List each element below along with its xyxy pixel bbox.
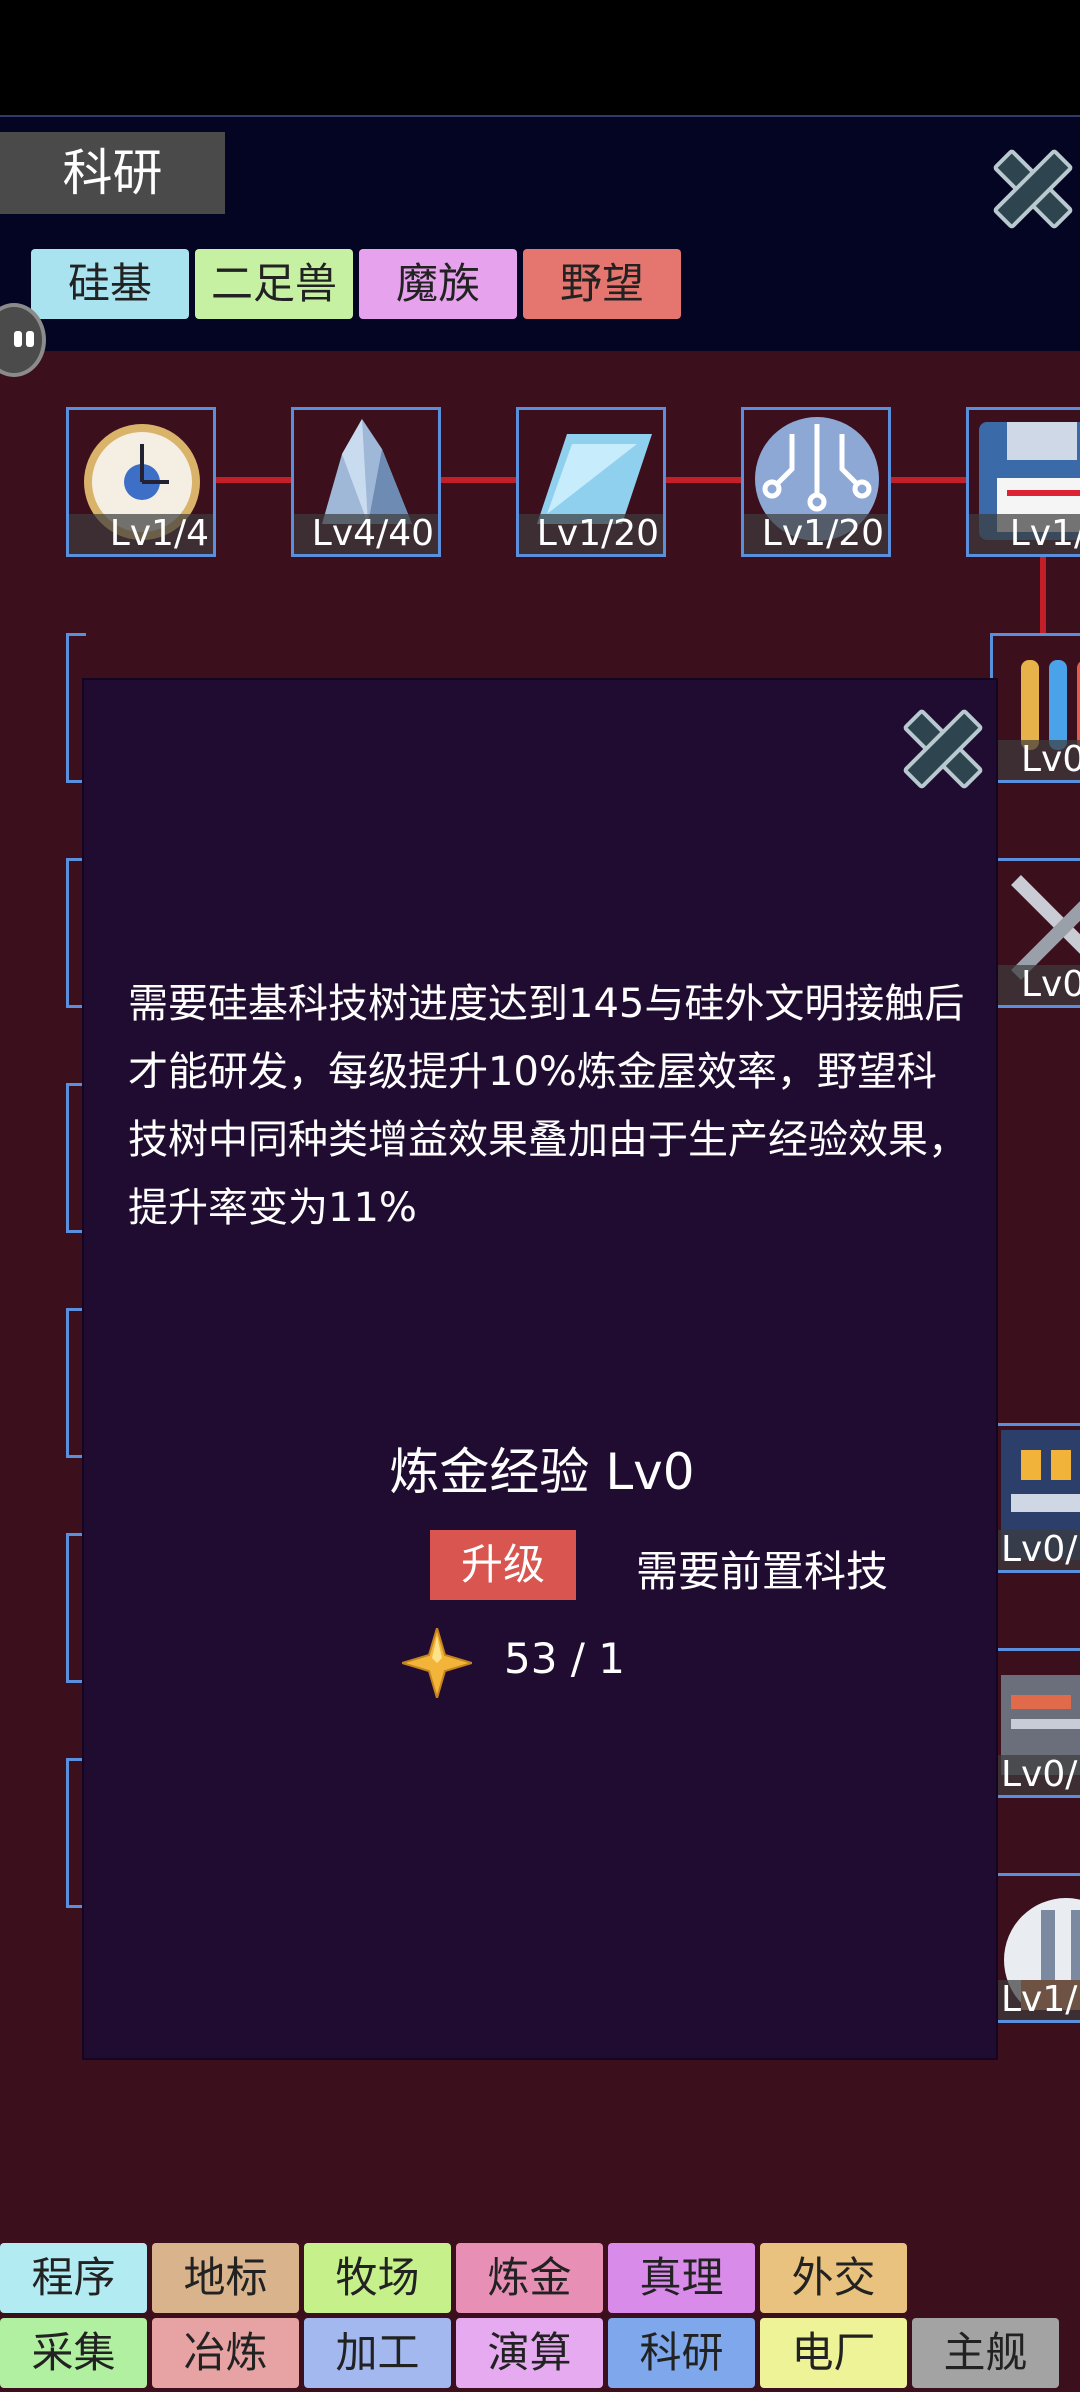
close-icon[interactable]: [896, 702, 982, 788]
research-cost: 53 / 1: [504, 1634, 626, 1683]
tech-node-dome[interactable]: Lv1/: [990, 1873, 1080, 2023]
node-level: Lv0/: [993, 1530, 1080, 1570]
requirement-text: 需要前置科技: [636, 1547, 889, 1596]
nav-alchemy[interactable]: 炼金: [456, 2243, 603, 2313]
nav-diplomacy[interactable]: 外交: [760, 2243, 907, 2313]
tab-biped[interactable]: 二足兽: [195, 249, 353, 319]
bottom-navigation: 程序 地标 牧场 炼金 真理 外交 采集 冶炼 加工 演算 科研 电厂 主舰: [0, 2243, 1080, 2392]
close-icon[interactable]: [986, 142, 1072, 228]
nav-landmark[interactable]: 地标: [152, 2243, 299, 2313]
panel-header: 科研 硅基 二足兽 魔族 野望: [0, 115, 1080, 351]
tech-tree-tabs: 硅基 二足兽 魔族 野望: [31, 249, 681, 319]
node-level: Lv1/4: [69, 514, 213, 554]
tech-description: 需要硅基科技树进度达到145与硅外文明接触后才能研发，每级提升10%炼金屋效率，…: [128, 981, 968, 1231]
nav-process[interactable]: 加工: [304, 2318, 451, 2388]
tech-node-clock[interactable]: Lv1/4: [66, 407, 216, 557]
node-level: Lv0: [993, 965, 1080, 1005]
nav-power-plant[interactable]: 电厂: [760, 2318, 907, 2388]
tech-node-crystal[interactable]: Lv4/40: [291, 407, 441, 557]
nav-compute[interactable]: 演算: [456, 2318, 603, 2388]
nav-smelt[interactable]: 冶炼: [152, 2318, 299, 2388]
nav-gather[interactable]: 采集: [0, 2318, 147, 2388]
nav-mothership[interactable]: 主舰: [912, 2318, 1059, 2388]
nav-research[interactable]: 科研: [608, 2318, 755, 2388]
node-level: Lv4/40: [294, 514, 438, 554]
node-level: Lv1/20: [519, 514, 663, 554]
node-level: Lv0/: [993, 1755, 1080, 1795]
tech-name-level: 炼金经验 Lv0: [389, 1443, 695, 1501]
tech-node-test-tubes[interactable]: Lv0: [990, 633, 1080, 783]
nav-ranch[interactable]: 牧场: [304, 2243, 451, 2313]
tech-node-glass[interactable]: Lv1/20: [516, 407, 666, 557]
tech-detail-dialog: 需要硅基科技树进度达到145与硅外文明接触后才能研发，每级提升10%炼金屋效率，…: [82, 678, 998, 2060]
tech-node-control-panel[interactable]: Lv0/: [990, 1423, 1080, 1573]
node-level: Lv1/: [993, 1980, 1080, 2020]
nav-program[interactable]: 程序: [0, 2243, 147, 2313]
upgrade-button[interactable]: 升级: [430, 1530, 576, 1600]
tab-demon[interactable]: 魔族: [359, 249, 517, 319]
node-level: Lv1/20: [744, 514, 888, 554]
node-level: Lv0: [993, 740, 1080, 780]
tab-ambition[interactable]: 野望: [523, 249, 681, 319]
tech-node-machine[interactable]: Lv0/: [990, 1648, 1080, 1798]
status-bar: [0, 0, 1080, 115]
nav-row: 程序 地标 牧场 炼金 真理 外交: [0, 2243, 1080, 2313]
tech-node-tools[interactable]: Lv0: [990, 858, 1080, 1008]
nav-row: 采集 冶炼 加工 演算 科研 电厂 主舰: [0, 2318, 1080, 2388]
star-icon: [402, 1628, 472, 1698]
nav-truth[interactable]: 真理: [608, 2243, 755, 2313]
tab-silicon[interactable]: 硅基: [31, 249, 189, 319]
tech-node-circuit[interactable]: Lv1/20: [741, 407, 891, 557]
research-panel: 科研 硅基 二足兽 魔族 野望 Lv1/4 Lv4/40 Lv1/20 Lv1/…: [0, 115, 1080, 2392]
panel-title: 科研: [0, 132, 225, 214]
tech-node-floppy[interactable]: Lv1/2: [966, 407, 1080, 557]
node-level: Lv1/2: [969, 514, 1080, 554]
